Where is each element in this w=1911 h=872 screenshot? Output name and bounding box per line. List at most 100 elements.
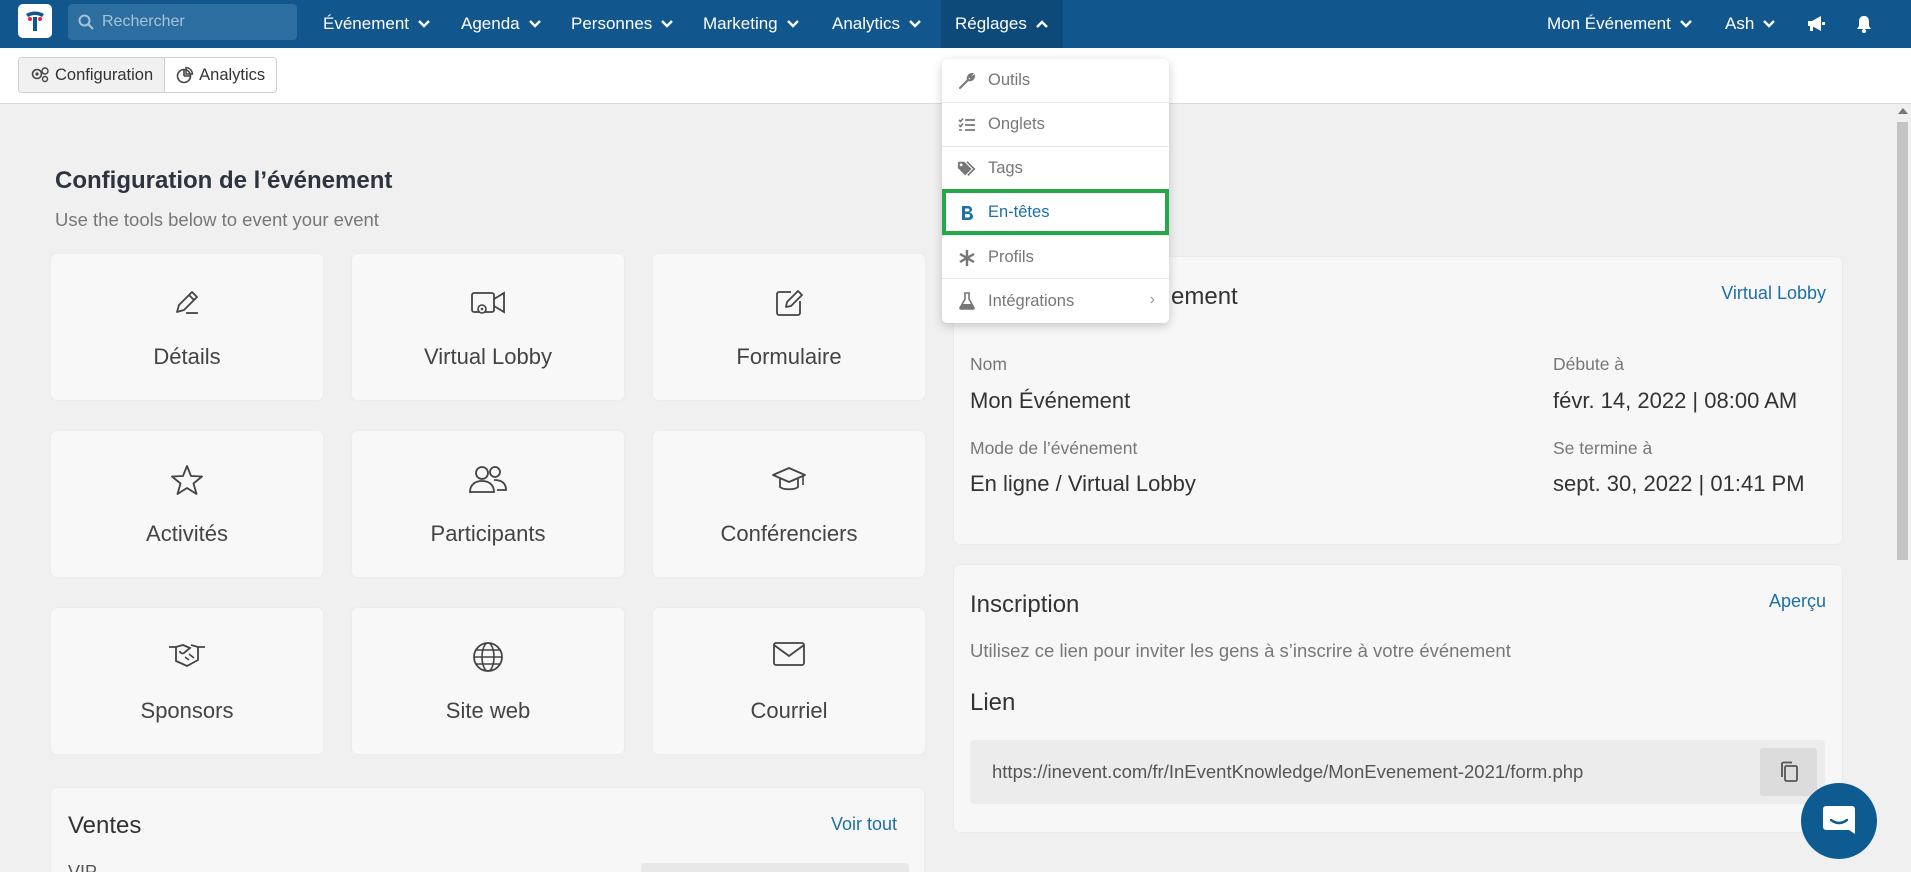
section-title: Configuration de l’événement (55, 167, 393, 194)
tile-virtual-lobby[interactable]: Virtual Lobby (352, 254, 624, 400)
see-all-link[interactable]: Voir tout (831, 814, 897, 835)
configuration-label: Configuration (55, 65, 154, 84)
tile-activites[interactable]: Activités (51, 431, 323, 577)
asterisk-icon (957, 248, 977, 268)
menu-item-label: Outils (988, 71, 1031, 89)
graduation-cap-icon (772, 467, 806, 491)
chevron-down-icon (1679, 20, 1692, 28)
pie-chart-icon (176, 66, 194, 84)
chat-icon (1823, 806, 1855, 834)
tile-label: Participants (430, 521, 546, 546)
end-label: Se termine à (1553, 438, 1653, 458)
gears-icon (31, 67, 49, 83)
tile-formulaire[interactable]: Formulaire (653, 254, 925, 400)
chevron-down-icon (1763, 20, 1776, 28)
end-value: sept. 30, 2022 | 01:41 PM (1553, 471, 1805, 496)
list-icon (957, 115, 977, 135)
nav-evenement[interactable]: Événement (323, 0, 431, 48)
chevron-down-icon (909, 20, 921, 28)
inscription-description: Utilisez ce lien pour inviter les gens à… (970, 640, 1511, 661)
configuration-tab[interactable]: Configuration (19, 58, 165, 92)
nav-label: Événement (323, 14, 409, 33)
scrollbar-thumb[interactable] (1897, 122, 1908, 560)
nav-reglages[interactable]: Réglages (941, 0, 1063, 48)
nav-label: Marketing (703, 14, 778, 33)
user-menu[interactable]: Ash (1725, 0, 1776, 48)
start-label: Débute à (1553, 354, 1625, 374)
view-switcher: Configuration Analytics (18, 57, 278, 93)
app-logo[interactable] (18, 4, 52, 38)
notifications-button[interactable] (1856, 0, 1872, 48)
menu-item-en-tetes[interactable]: En-têtes (942, 189, 1169, 235)
nav-personnes[interactable]: Personnes (571, 0, 674, 48)
nav-label: Personnes (571, 14, 653, 33)
tile-participants[interactable]: Participants (352, 431, 624, 577)
flask-icon (957, 291, 977, 311)
preview-link[interactable]: Aperçu (1769, 591, 1826, 612)
mode-value: En ligne / Virtual Lobby (970, 471, 1196, 496)
analytics-tab[interactable]: Analytics (164, 58, 277, 92)
chevron-up-icon (1035, 20, 1048, 28)
chat-launcher-button[interactable] (1801, 783, 1877, 859)
copy-button[interactable] (1760, 748, 1817, 796)
users-icon (469, 466, 507, 493)
menu-item-onglets[interactable]: Onglets (942, 102, 1169, 145)
name-value: Mon Événement (970, 388, 1131, 413)
pencil-icon (176, 291, 198, 314)
menu-item-label: Intégrations (988, 291, 1075, 310)
bold-icon (957, 203, 977, 223)
link-label: Lien (970, 689, 1016, 716)
search-input[interactable] (102, 13, 282, 31)
tile-conferenciers[interactable]: Conférenciers (653, 431, 925, 577)
tile-label: Courriel (750, 698, 828, 723)
inscription-title: Inscription (970, 591, 1080, 618)
chevron-down-icon (786, 20, 799, 28)
nav-label: Analytics (832, 14, 901, 33)
registration-url-box[interactable]: https://inevent.com/fr/InEventKnowledge/… (970, 740, 1825, 804)
mode-label: Mode de l’événement (970, 438, 1138, 458)
chevron-down-icon (418, 20, 430, 28)
menu-item-label: Tags (988, 158, 1023, 177)
tile-details[interactable]: Détails (51, 254, 323, 400)
panel-title: ement (1171, 283, 1238, 310)
registration-url[interactable]: https://inevent.com/fr/InEventKnowledge/… (992, 761, 1583, 783)
tags-icon (957, 159, 977, 179)
chevron-down-icon (661, 20, 674, 28)
menu-item-label: Onglets (988, 114, 1045, 133)
menu-item-integrations[interactable]: Intégrations › (942, 278, 1169, 323)
search-box[interactable] (68, 4, 297, 40)
event-selector-label: Mon Événement (1547, 14, 1671, 33)
tile-label: Formulaire (736, 344, 842, 369)
tile-courriel[interactable]: Courriel (653, 608, 925, 754)
event-selector[interactable]: Mon Événement (1547, 0, 1693, 48)
globe-icon (473, 642, 503, 672)
menu-item-tags[interactable]: Tags (942, 146, 1169, 189)
scrollbar[interactable] (1894, 104, 1911, 872)
top-nav: Événement Agenda Personnes Marketing Ana… (0, 0, 1911, 48)
envelope-icon (773, 642, 805, 666)
sales-title: Ventes (68, 812, 142, 839)
menu-item-profils[interactable]: Profils (942, 235, 1169, 278)
chevron-right-icon: › (1149, 291, 1155, 308)
scroll-up-arrow[interactable] (1898, 108, 1908, 114)
copy-icon (1780, 761, 1798, 782)
tile-sponsors[interactable]: Sponsors (51, 608, 323, 754)
tile-site-web[interactable]: Site web (352, 608, 624, 754)
bell-icon (1857, 16, 1871, 33)
nav-marketing[interactable]: Marketing (703, 0, 800, 48)
settings-dropdown: Outils Onglets Tags En-têtes Profils Int… (942, 59, 1169, 323)
menu-item-label: En-têtes (988, 203, 1050, 221)
start-value: févr. 14, 2022 | 08:00 AM (1553, 388, 1798, 413)
logo-icon (26, 11, 44, 31)
wrench-icon (957, 71, 977, 91)
tile-label: Sponsors (140, 698, 234, 723)
menu-item-label: Profils (988, 247, 1034, 266)
sales-panel: Ventes Voir tout VIP (51, 788, 924, 872)
megaphone-icon (1808, 16, 1825, 31)
announcements-button[interactable] (1806, 0, 1826, 48)
menu-item-outils[interactable]: Outils (942, 59, 1169, 102)
video-gear-icon (471, 291, 505, 314)
virtual-lobby-link[interactable]: Virtual Lobby (1721, 283, 1826, 304)
nav-agenda[interactable]: Agenda (461, 0, 542, 48)
nav-analytics[interactable]: Analytics (832, 0, 922, 48)
